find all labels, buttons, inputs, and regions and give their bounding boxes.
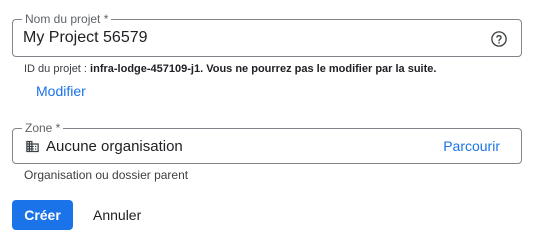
zone-field[interactable]: Zone * Aucune organisation Parcourir [12,120,522,164]
project-id-text: ID du projet : infra-lodge-457109-j1. Vo… [24,63,436,75]
create-button[interactable]: Créer [12,200,73,230]
project-name-input[interactable]: My Project 56579 [23,20,148,56]
edit-project-id-button[interactable]: Modifier [36,83,86,99]
project-id-prefix: ID du projet : [24,63,91,75]
zone-value: Aucune organisation [46,137,183,155]
browse-button[interactable]: Parcourir [443,129,500,163]
help-circle-icon[interactable] [490,30,508,48]
cancel-button[interactable]: Annuler [93,200,141,230]
project-id-value: infra-lodge-457109-j1 [90,63,201,75]
project-name-field[interactable]: Nom du projet * My Project 56579 [12,11,522,57]
zone-hint: Organisation ou dossier parent [24,168,189,182]
building-icon [25,139,40,154]
project-id-suffix: . Vous ne pourrez pas le modifier par la… [200,63,437,75]
